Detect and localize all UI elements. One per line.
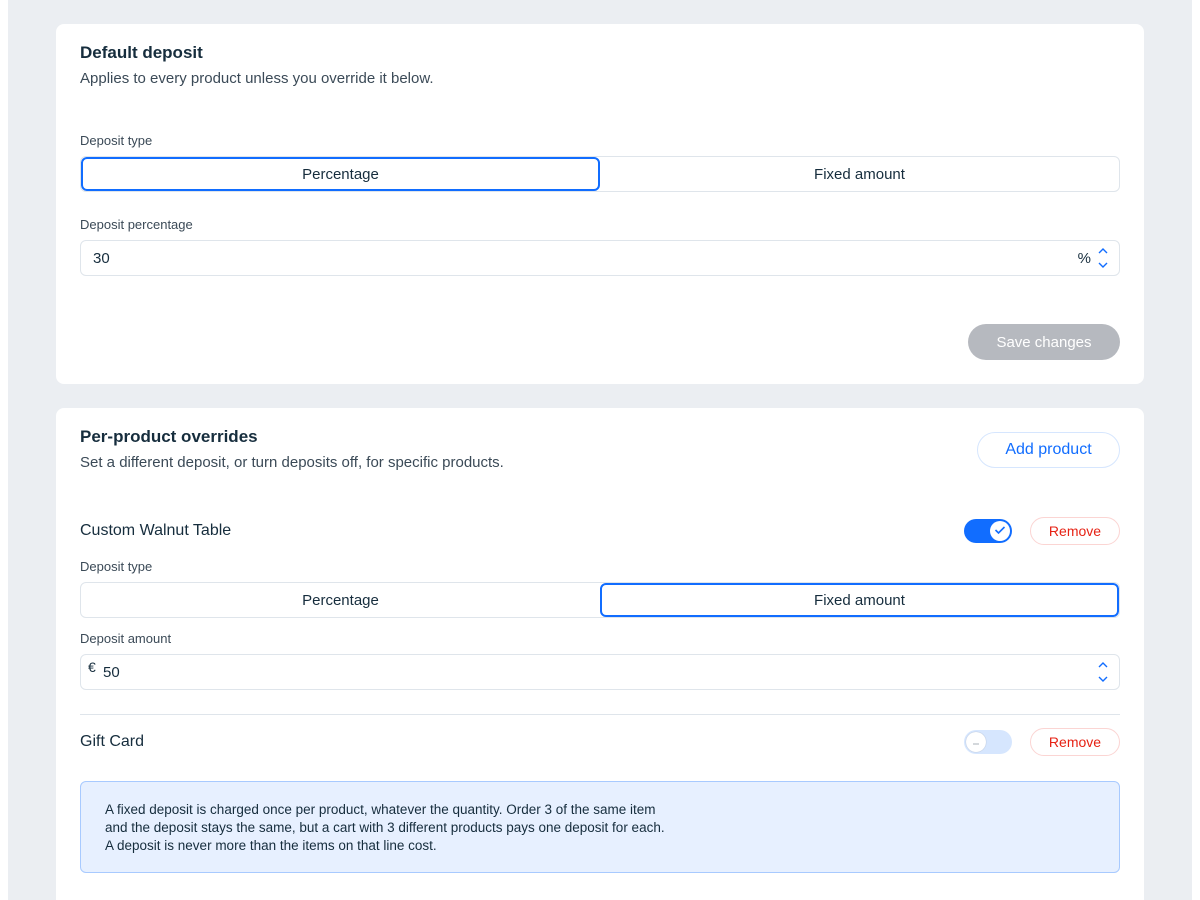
default-deposit-subtitle: Applies to every product unless you over… xyxy=(80,70,434,87)
chevron-up-icon[interactable] xyxy=(1098,247,1108,254)
overrides-subtitle: Set a different deposit, or turn deposit… xyxy=(80,454,504,471)
deposit-percentage-input[interactable]: 30 % xyxy=(80,240,1120,276)
check-icon xyxy=(994,522,1006,540)
remove-button-gift-card[interactable]: Remove xyxy=(1030,728,1120,756)
product-deposit-type-label: Deposit type xyxy=(80,559,153,574)
percent-suffix: % xyxy=(1077,250,1091,267)
percentage-stepper[interactable] xyxy=(1097,247,1109,269)
product-deposit-toggle-walnut-table[interactable] xyxy=(964,519,1012,543)
chevron-up-icon[interactable] xyxy=(1098,661,1108,668)
overrides-title: Per-product overrides xyxy=(80,427,258,446)
default-type-percentage-option[interactable]: Percentage xyxy=(81,157,600,191)
walnut-type-percentage-option[interactable]: Percentage xyxy=(81,583,600,617)
chevron-down-icon[interactable] xyxy=(1098,262,1108,269)
product-name-gift-card: Gift Card xyxy=(80,733,145,750)
walnut-type-fixed-amount-option[interactable]: Fixed amount xyxy=(600,583,1119,617)
deposit-amount-input[interactable]: € 50 xyxy=(80,654,1120,690)
minus-icon xyxy=(971,733,981,751)
walnut-table-deposit-type-selector: Percentage Fixed amount xyxy=(80,582,1120,618)
deposit-percentage-value[interactable]: 30 xyxy=(93,250,110,267)
add-product-button[interactable]: Add product xyxy=(977,432,1120,468)
deposit-amount-value[interactable]: 50 xyxy=(103,664,120,681)
per-product-overrides-card: Per-product overrides Set a different de… xyxy=(56,408,1144,900)
remove-button-walnut-table[interactable]: Remove xyxy=(1030,517,1120,545)
toggle-knob xyxy=(966,732,986,752)
product-name-custom-walnut-table: Custom Walnut Table xyxy=(80,522,232,539)
default-deposit-type-selector: Percentage Fixed amount xyxy=(80,156,1120,192)
deposit-amount-label: Deposit amount xyxy=(80,631,172,646)
default-deposit-title: Default deposit xyxy=(80,43,203,62)
toggle-knob xyxy=(990,521,1010,541)
save-changes-button[interactable]: Save changes xyxy=(968,324,1120,360)
product-divider xyxy=(80,714,1120,715)
currency-prefix: € xyxy=(88,659,96,675)
chevron-down-icon[interactable] xyxy=(1098,676,1108,683)
deposit-info-box: A fixed deposit is charged once per prod… xyxy=(80,781,1120,873)
deposit-type-label: Deposit type xyxy=(80,133,153,148)
amount-stepper[interactable] xyxy=(1097,661,1109,683)
deposit-info-text: A fixed deposit is charged once per prod… xyxy=(105,802,665,853)
default-deposit-card: Default deposit Applies to every product… xyxy=(56,24,1144,384)
deposit-percentage-label: Deposit percentage xyxy=(80,217,193,232)
default-type-fixed-amount-option[interactable]: Fixed amount xyxy=(600,157,1119,191)
product-deposit-toggle-gift-card[interactable] xyxy=(964,730,1012,754)
